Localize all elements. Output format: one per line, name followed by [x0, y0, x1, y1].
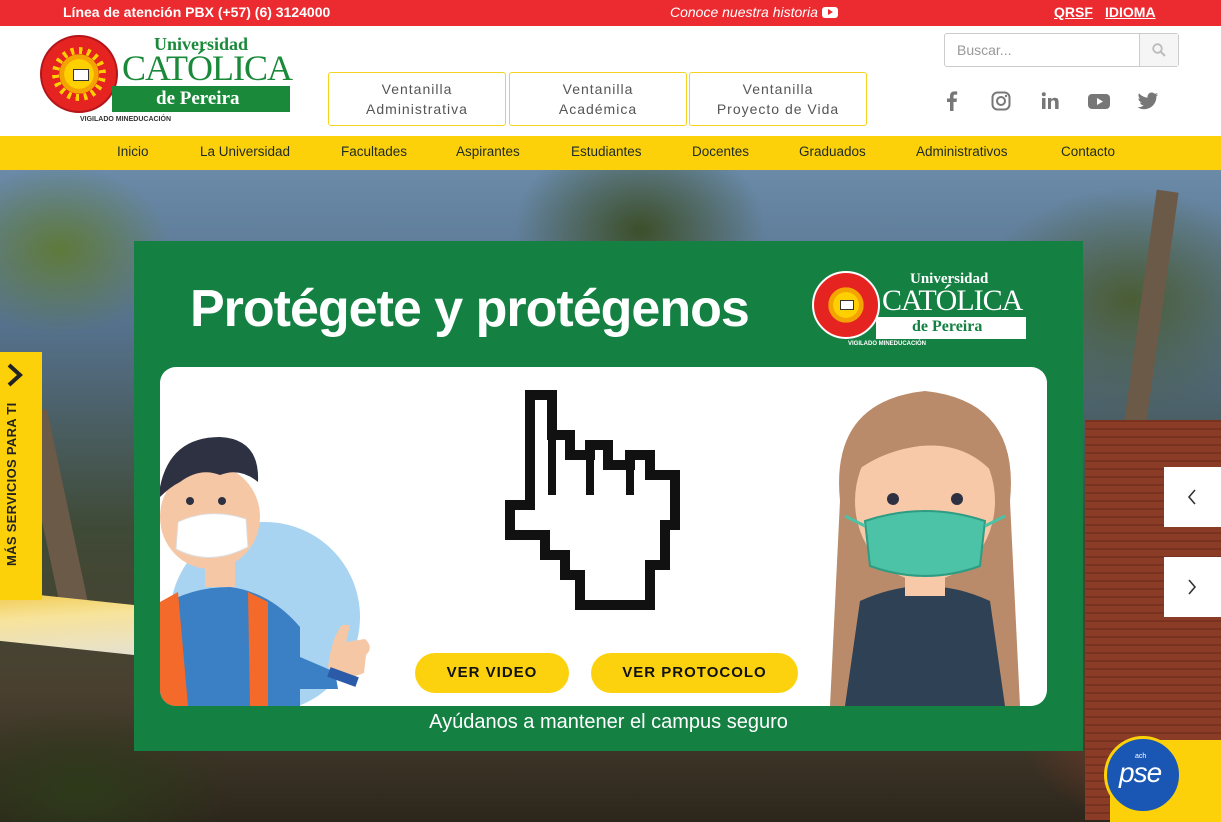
instagram-icon[interactable]	[989, 90, 1013, 112]
linkedin-icon[interactable]	[1038, 90, 1062, 112]
banner-title: Protégete y protégenos	[190, 280, 750, 338]
nav-item-contacto[interactable]: Contacto	[1061, 144, 1115, 159]
top-bar: Línea de atención PBX (+57) (6) 3124000 …	[0, 0, 1221, 26]
banner-tagline: Ayúdanos a mantener el campus seguro	[429, 711, 788, 733]
pse-label: pse	[1119, 757, 1162, 788]
more-services-label: MÁS SERVICIOS PARA TI	[4, 402, 19, 566]
chevron-left-icon	[1187, 489, 1196, 505]
banner-illustration-panel: VER VIDEO VER PROTOCOLO	[160, 367, 1047, 706]
logo-vigilado: VIGILADO MINEDUCACIÓN	[80, 116, 171, 123]
facebook-icon[interactable]	[940, 90, 964, 112]
logo-pereira: de Pereira	[156, 88, 240, 109]
woman-illustration	[830, 391, 1020, 706]
nav-item-inicio[interactable]: Inicio	[117, 144, 149, 159]
nav-item-docentes[interactable]: Docentes	[692, 144, 749, 159]
ventanilla-administrativa-button[interactable]: Ventanilla Administrativa	[328, 72, 506, 126]
search-input[interactable]	[945, 34, 1140, 66]
banner-logo: Universidad CATÓLICA de Pereira VIGILADO…	[812, 271, 1027, 351]
ventanilla-sublabel: Administrativa	[366, 101, 468, 117]
ventanilla-academica-button[interactable]: Ventanilla Académica	[509, 72, 687, 126]
hero-slider: Protégete y protégenos Universidad CATÓL…	[0, 170, 1221, 822]
banner-card[interactable]: Protégete y protégenos Universidad CATÓL…	[134, 241, 1083, 751]
chevron-right-icon	[1188, 579, 1197, 595]
background-tree	[1123, 189, 1179, 431]
pse-logo-icon: ach pse	[1104, 736, 1182, 814]
nav-item-graduados[interactable]: Graduados	[799, 144, 866, 159]
chevron-right-icon	[7, 363, 23, 387]
nav-item-administrativos[interactable]: Administrativos	[916, 144, 1008, 159]
logo-catolica: CATÓLICA	[122, 48, 293, 88]
youtube-icon[interactable]	[1087, 90, 1111, 112]
language-link[interactable]: IDIOMA	[1105, 4, 1156, 20]
youtube-icon	[821, 6, 838, 18]
university-logo[interactable]: Universidad CATÓLICA de Pereira VIGILADO…	[40, 34, 293, 126]
banner-logo-vigilado: VIGILADO MINEDUCACIÓN	[848, 341, 926, 347]
more-services-tab[interactable]: MÁS SERVICIOS PARA TI	[0, 352, 42, 600]
ventanilla-label: Ventanilla	[381, 81, 453, 97]
pointer-hand-icon	[505, 390, 680, 610]
slider-prev-button[interactable]	[1164, 467, 1221, 527]
boy-illustration	[160, 437, 370, 706]
qrsf-link[interactable]: QRSF	[1054, 4, 1093, 20]
ver-protocolo-button[interactable]: VER PROTOCOLO	[591, 653, 798, 693]
background-roof	[0, 590, 135, 656]
ventanilla-proyecto-vida-button[interactable]: Ventanilla Proyecto de Vida	[689, 72, 867, 126]
search-icon	[1152, 43, 1166, 57]
banner-logo-catolica: CATÓLICA	[882, 284, 1023, 317]
nav-item-aspirantes[interactable]: Aspirantes	[456, 144, 520, 159]
phone-line: Línea de atención PBX (+57) (6) 3124000	[63, 4, 331, 20]
ventanilla-sublabel: Académica	[558, 101, 638, 117]
site-header: Universidad CATÓLICA de Pereira VIGILADO…	[0, 26, 1221, 136]
pse-payment-button[interactable]: ach pse	[1104, 736, 1221, 822]
main-nav: Inicio La Universidad Facultades Aspiran…	[0, 136, 1221, 170]
history-label: Conoce nuestra historia	[670, 4, 818, 20]
search-box	[944, 33, 1179, 67]
slider-next-button[interactable]	[1164, 557, 1221, 617]
ventanilla-label: Ventanilla	[562, 81, 634, 97]
nav-item-la-universidad[interactable]: La Universidad	[200, 144, 290, 159]
nav-item-estudiantes[interactable]: Estudiantes	[571, 144, 642, 159]
ver-video-button[interactable]: VER VIDEO	[415, 653, 569, 693]
nav-item-facultades[interactable]: Facultades	[341, 144, 407, 159]
university-seal-icon	[812, 271, 880, 339]
search-button[interactable]	[1139, 34, 1178, 66]
banner-logo-pereira: de Pereira	[912, 318, 983, 335]
ventanilla-label: Ventanilla	[742, 81, 814, 97]
university-seal-icon	[40, 35, 118, 113]
history-link[interactable]: Conoce nuestra historia	[670, 4, 838, 20]
ventanilla-sublabel: Proyecto de Vida	[716, 101, 840, 117]
twitter-icon[interactable]	[1136, 90, 1160, 112]
